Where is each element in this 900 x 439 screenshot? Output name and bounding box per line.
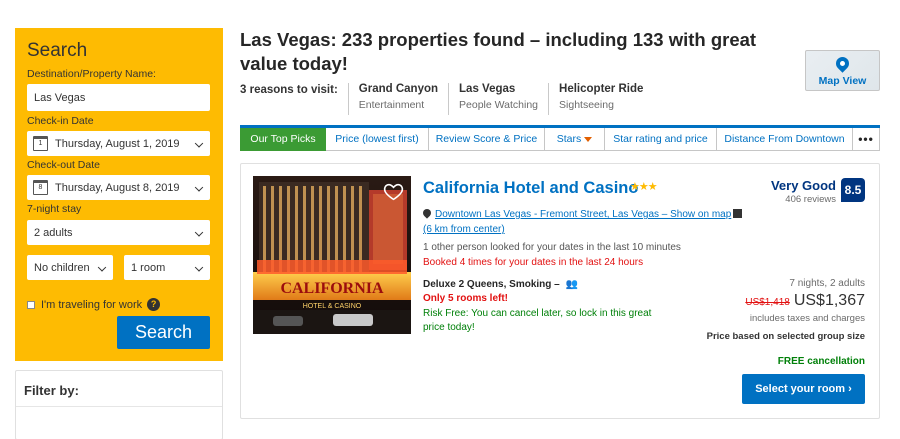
search-button[interactable]: Search	[117, 316, 210, 349]
checkout-value: Thursday, August 8, 2019	[55, 181, 180, 194]
sort-bar: Our Top Picks Price (lowest first) Revie…	[240, 125, 880, 151]
reason-title: Las Vegas	[459, 83, 516, 95]
search-panel: Search Destination/Property Name: Las Ve…	[15, 28, 223, 361]
more-icon: •••	[858, 132, 874, 146]
more-options-button[interactable]: •••	[853, 128, 880, 151]
recent-views-text: 1 other person looked for your dates in …	[423, 242, 681, 253]
heart-icon[interactable]	[383, 181, 404, 202]
reason-subtitle: People Watching	[459, 99, 539, 111]
filter-title: Filter by:	[24, 383, 79, 398]
review-score-block[interactable]: Very Good 406 reviews 8.5	[771, 178, 865, 205]
score-word: Very Good	[770, 178, 836, 193]
chevron-down-icon	[194, 227, 204, 237]
reason-subtitle: Entertainment	[358, 99, 425, 111]
reason-subtitle: Sightseeing	[559, 99, 614, 111]
tab-label: Price (lowest first)	[335, 133, 419, 145]
reasons-label: 3 reasons to visit:	[240, 84, 338, 96]
tab-review-score-price[interactable]: Review Score & Price	[429, 128, 545, 151]
guests-select[interactable]: 2 adults	[27, 220, 210, 245]
hotel-name-link[interactable]: California Hotel and Casino	[423, 179, 638, 198]
checkout-date-select[interactable]: 8 Thursday, August 8, 2019	[27, 175, 210, 200]
booked-times-text: Booked 4 times for your dates in the las…	[423, 257, 644, 268]
chevron-down-icon	[194, 182, 204, 192]
reason-item: Grand Canyon Entertainment	[347, 83, 448, 115]
sign-text: CALIFORNIA	[280, 280, 384, 297]
tab-label: Star rating and price	[613, 133, 708, 145]
occupancy-icon: 👥	[565, 279, 579, 290]
map-view-button[interactable]: Map View	[805, 50, 880, 91]
help-icon[interactable]: ?	[147, 298, 161, 311]
tab-price-lowest[interactable]: Price (lowest first)	[326, 128, 429, 151]
guests-value: 2 adults	[34, 226, 73, 239]
free-cancellation: FREE cancellation	[777, 356, 865, 367]
map-pin-icon	[833, 54, 852, 73]
room-type: Deluxe 2 Queens, Smoking – 👥	[423, 279, 578, 290]
rooms-select[interactable]: 1 room	[124, 255, 210, 280]
checkin-value: Thursday, August 1, 2019	[55, 137, 180, 150]
chevron-down-icon	[194, 262, 204, 272]
destination-label: Destination/Property Name:	[27, 68, 156, 80]
current-price: US$1,367	[793, 292, 865, 309]
work-travel-row: I'm traveling for work ?	[27, 298, 211, 311]
dropdown-arrow-icon	[584, 136, 593, 142]
children-select[interactable]: No children	[27, 255, 113, 280]
chevron-down-icon	[97, 262, 107, 272]
filter-panel: Filter by:	[15, 370, 223, 439]
property-card: CALIFORNIA HOTEL & CASINO California Hot…	[240, 163, 880, 419]
review-count: 406 reviews	[785, 194, 836, 205]
work-travel-checkbox[interactable]	[27, 300, 35, 309]
reason-title: Grand Canyon	[358, 83, 439, 95]
score-badge: 8.5	[841, 178, 865, 202]
divider	[16, 406, 222, 407]
map-icon	[733, 209, 743, 218]
calendar-icon: 8	[33, 180, 48, 195]
search-title: Search	[27, 40, 88, 61]
show-on-map-link[interactable]: Downtown Las Vegas - Fremont Street, Las…	[435, 209, 731, 220]
reasons-to-visit: 3 reasons to visit: Grand Canyon Enterta…	[240, 83, 653, 115]
tab-label: Review Score & Price	[435, 133, 538, 145]
tab-our-top-picks[interactable]: Our Top Picks	[240, 128, 326, 151]
original-price: US$1,418	[745, 297, 790, 308]
map-view-label: Map View	[818, 75, 867, 87]
rooms-value: 1 room	[131, 261, 166, 274]
score-text: Very Good 406 reviews	[771, 178, 836, 205]
taxes-note: includes taxes and charges	[749, 313, 865, 324]
page-title: Las Vegas: 233 properties found – includ…	[240, 29, 757, 74]
checkin-date-select[interactable]: 1 Thursday, August 1, 2019	[27, 131, 210, 156]
destination-input[interactable]: Las Vegas	[27, 84, 210, 111]
stay-length: 7-night stay	[27, 203, 82, 215]
stay-info: 7 nights, 2 adults	[789, 278, 865, 289]
star-rating: ★★★	[630, 181, 658, 193]
tab-star-rating-price[interactable]: Star rating and price	[605, 128, 717, 151]
sign-subtext: HOTEL & CASINO	[303, 303, 362, 310]
reason-item: Helicopter Ride Sightseeing	[548, 83, 653, 115]
chevron-down-icon	[194, 138, 204, 148]
tab-label: Distance From Downtown	[724, 133, 845, 145]
price-row: US$1,418 US$1,367	[745, 292, 865, 310]
distance-link[interactable]: (6 km from center)	[423, 224, 505, 235]
checkout-label: Check-out Date	[27, 159, 100, 171]
children-value: No children	[34, 261, 90, 274]
select-room-button[interactable]: Select your room ›	[742, 374, 865, 404]
checkin-label: Check-in Date	[27, 115, 94, 127]
reason-title: Helicopter Ride	[559, 83, 644, 95]
tab-stars[interactable]: Stars	[545, 128, 605, 151]
reason-item: Las Vegas People Watching	[448, 83, 548, 115]
rooms-left-text: Only 5 rooms left!	[423, 293, 509, 304]
risk-free-text: Risk Free: You can cancel later, so lock…	[423, 308, 652, 333]
tab-label: Our Top Picks	[250, 133, 316, 145]
tab-distance-downtown[interactable]: Distance From Downtown	[717, 128, 853, 151]
work-travel-label[interactable]: I'm traveling for work	[41, 299, 142, 311]
group-size-note: Price based on selected group size	[706, 331, 865, 342]
calendar-icon: 1	[33, 136, 48, 151]
room-type-label: Deluxe 2 Queens, Smoking –	[423, 279, 560, 290]
location-line: Downtown Las Vegas - Fremont Street, Las…	[421, 207, 753, 237]
destination-value: Las Vegas	[34, 91, 86, 104]
tab-label: Stars	[556, 133, 582, 145]
location-pin-icon	[421, 207, 433, 219]
